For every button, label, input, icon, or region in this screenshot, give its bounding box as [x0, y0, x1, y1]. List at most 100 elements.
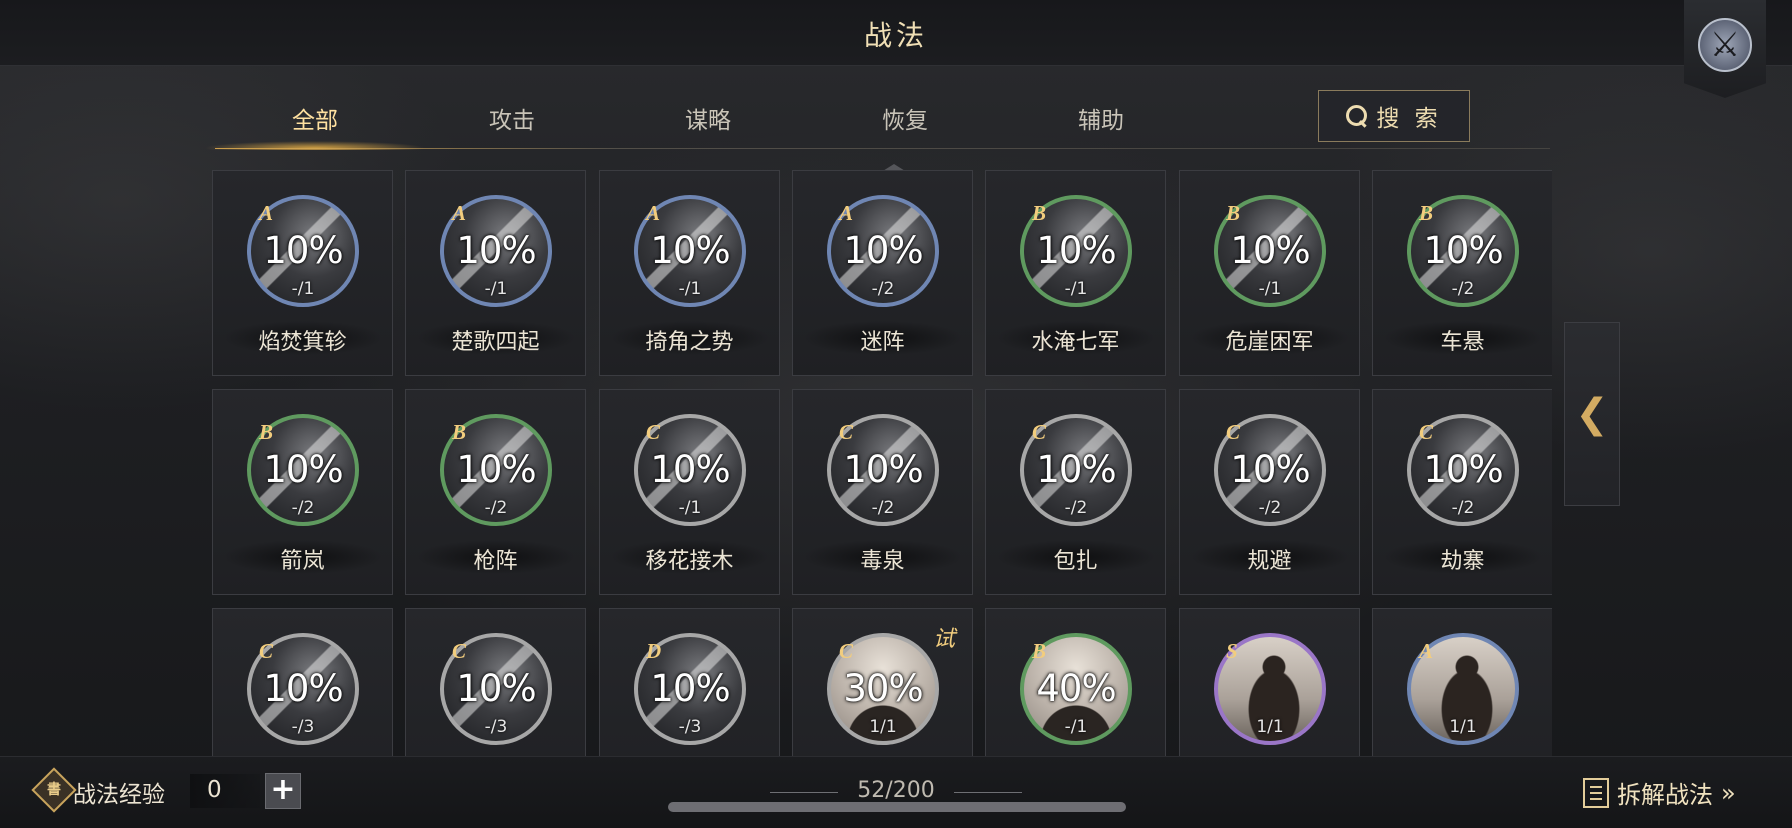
tactic-grade: C — [1226, 420, 1241, 444]
tactic-card[interactable]: A 1/1 — [1372, 608, 1552, 756]
tactic-count: -/2 — [871, 498, 895, 518]
tactic-grade: A — [646, 201, 661, 225]
tactic-progress: 10% — [843, 229, 923, 272]
tactic-count: -/1 — [678, 498, 702, 518]
tactic-card[interactable]: C 10% -/3 — [212, 608, 393, 756]
tactic-card[interactable]: A 10% -/2 迷阵 — [792, 170, 973, 376]
tactic-count: -/2 — [871, 279, 895, 299]
tab-recovery[interactable]: 恢复 — [805, 92, 1005, 150]
tactic-count: -/2 — [291, 498, 315, 518]
tabs-divider — [215, 148, 1550, 149]
tactic-name: 移花接木 — [645, 549, 734, 574]
tab-label: 谋略 — [685, 108, 731, 134]
tab-label: 全部 — [292, 108, 338, 134]
tactic-grade: A — [839, 201, 854, 225]
tactic-card[interactable]: B 10% -/2 箭岚 — [212, 389, 393, 595]
tactic-grade: C — [452, 639, 467, 663]
side-panel-toggle[interactable]: ❮ — [1564, 322, 1620, 506]
tactic-count: 1/1 — [1449, 717, 1477, 737]
add-exp-button[interactable]: + — [265, 773, 301, 809]
tab-label: 恢复 — [882, 108, 928, 134]
tactic-progress: 10% — [843, 448, 923, 491]
tactic-progress: 40% — [1036, 667, 1116, 710]
tab-support[interactable]: 辅助 — [1001, 92, 1201, 150]
tactic-name: 包扎 — [1053, 549, 1098, 574]
search-button[interactable]: 搜 索 — [1318, 90, 1470, 142]
tactic-count: -/1 — [291, 279, 315, 299]
tactic-exp-label: 战法经验 — [73, 782, 165, 808]
tab-label: 辅助 — [1078, 108, 1124, 134]
search-label: 搜 索 — [1376, 106, 1442, 132]
count-divider-left — [770, 792, 838, 793]
tactic-progress: 10% — [263, 667, 343, 710]
tactic-grade: B — [1032, 201, 1047, 225]
tactic-grade: A — [1419, 639, 1434, 663]
tactic-name: 水淹七军 — [1031, 330, 1120, 355]
tactic-grade: D — [646, 639, 662, 663]
tactic-count: -/3 — [678, 717, 702, 737]
tactic-card[interactable]: C 10% -/2 毒泉 — [792, 389, 973, 595]
tactic-card[interactable]: C 10% -/2 包扎 — [985, 389, 1166, 595]
tactic-grade: B — [1032, 639, 1047, 663]
double-chevron-right-icon: » — [1721, 778, 1736, 807]
tactic-name: 规避 — [1247, 549, 1292, 574]
tactic-count: -/2 — [1258, 498, 1282, 518]
tactic-count: -/3 — [484, 717, 508, 737]
page-title: 战法 — [863, 19, 928, 52]
tactic-name: 危崖困军 — [1225, 330, 1314, 355]
tactic-name: 箭岚 — [280, 549, 325, 574]
chevron-left-icon: ❮ — [1575, 391, 1609, 437]
tactic-card[interactable]: A 10% -/1 焰焚箕轸 — [212, 170, 393, 376]
tactic-grade: A — [452, 201, 467, 225]
crossed-swords-emblem[interactable]: ⚔ — [1684, 0, 1766, 98]
tactic-name: 劫寨 — [1440, 549, 1485, 574]
tactic-progress: 10% — [1230, 448, 1310, 491]
dismantle-tactics-button[interactable]: 拆解战法 » — [1583, 775, 1736, 810]
tactic-card[interactable]: B 40% -/1 — [985, 608, 1166, 756]
tactic-name: 焰焚箕轸 — [258, 330, 347, 355]
tactic-count: -/1 — [484, 279, 508, 299]
tactic-progress: 10% — [1036, 229, 1116, 272]
tactic-card[interactable]: B 10% -/1 水淹七军 — [985, 170, 1166, 376]
crossed-swords-icon: ⚔ — [1698, 18, 1752, 72]
tactic-card[interactable]: B 10% -/2 车悬 — [1372, 170, 1552, 376]
search-icon — [1346, 105, 1368, 127]
tactic-card[interactable]: C 10% -/3 — [405, 608, 586, 756]
tactic-count: -/1 — [678, 279, 702, 299]
tab-strategy[interactable]: 谋略 — [608, 92, 808, 150]
tactic-card[interactable]: C 10% -/2 规避 — [1179, 389, 1360, 595]
tactic-grade: B — [1226, 201, 1241, 225]
tactic-card[interactable]: B 10% -/2 枪阵 — [405, 389, 586, 595]
tactic-count: 1/1 — [1256, 717, 1284, 737]
tactic-count: -/2 — [1451, 279, 1475, 299]
tactic-grade: B — [259, 420, 274, 444]
tactic-count: -/2 — [1064, 498, 1088, 518]
tactic-count: -/1 — [1064, 279, 1088, 299]
tactic-card[interactable]: C 10% -/2 劫寨 — [1372, 389, 1552, 595]
tactic-exp-value-box — [190, 774, 260, 808]
tactic-progress: 10% — [456, 229, 536, 272]
tactic-progress: 10% — [1036, 448, 1116, 491]
tactic-card[interactable]: B 10% -/1 危崖困军 — [1179, 170, 1360, 376]
tactic-grade: C — [839, 420, 854, 444]
tactic-progress: 10% — [650, 667, 730, 710]
tactic-card[interactable]: A 10% -/1 掎角之势 — [599, 170, 780, 376]
tactic-card[interactable]: C 10% -/1 移花接木 — [599, 389, 780, 595]
tactic-progress: 10% — [1230, 229, 1310, 272]
tactic-grade: B — [452, 420, 467, 444]
tactic-name: 车悬 — [1440, 330, 1485, 355]
tab-all[interactable]: 全部 — [205, 92, 425, 150]
tactic-grade: S — [1226, 639, 1238, 663]
tactic-progress: 10% — [263, 229, 343, 272]
tactic-grade: A — [259, 201, 274, 225]
tactic-card[interactable]: A 10% -/1 楚歌四起 — [405, 170, 586, 376]
tab-attack[interactable]: 攻击 — [412, 92, 612, 150]
tactic-card[interactable]: S 1/1 — [1179, 608, 1360, 756]
tactic-card[interactable]: D 10% -/3 — [599, 608, 780, 756]
tactic-card[interactable]: C 30% 1/1 试 — [792, 608, 973, 756]
tactic-name: 掎角之势 — [645, 330, 734, 355]
tactic-grade: C — [1419, 420, 1434, 444]
home-indicator[interactable] — [668, 802, 1126, 812]
tactic-progress: 10% — [1423, 448, 1503, 491]
tactic-count: -/2 — [1451, 498, 1475, 518]
